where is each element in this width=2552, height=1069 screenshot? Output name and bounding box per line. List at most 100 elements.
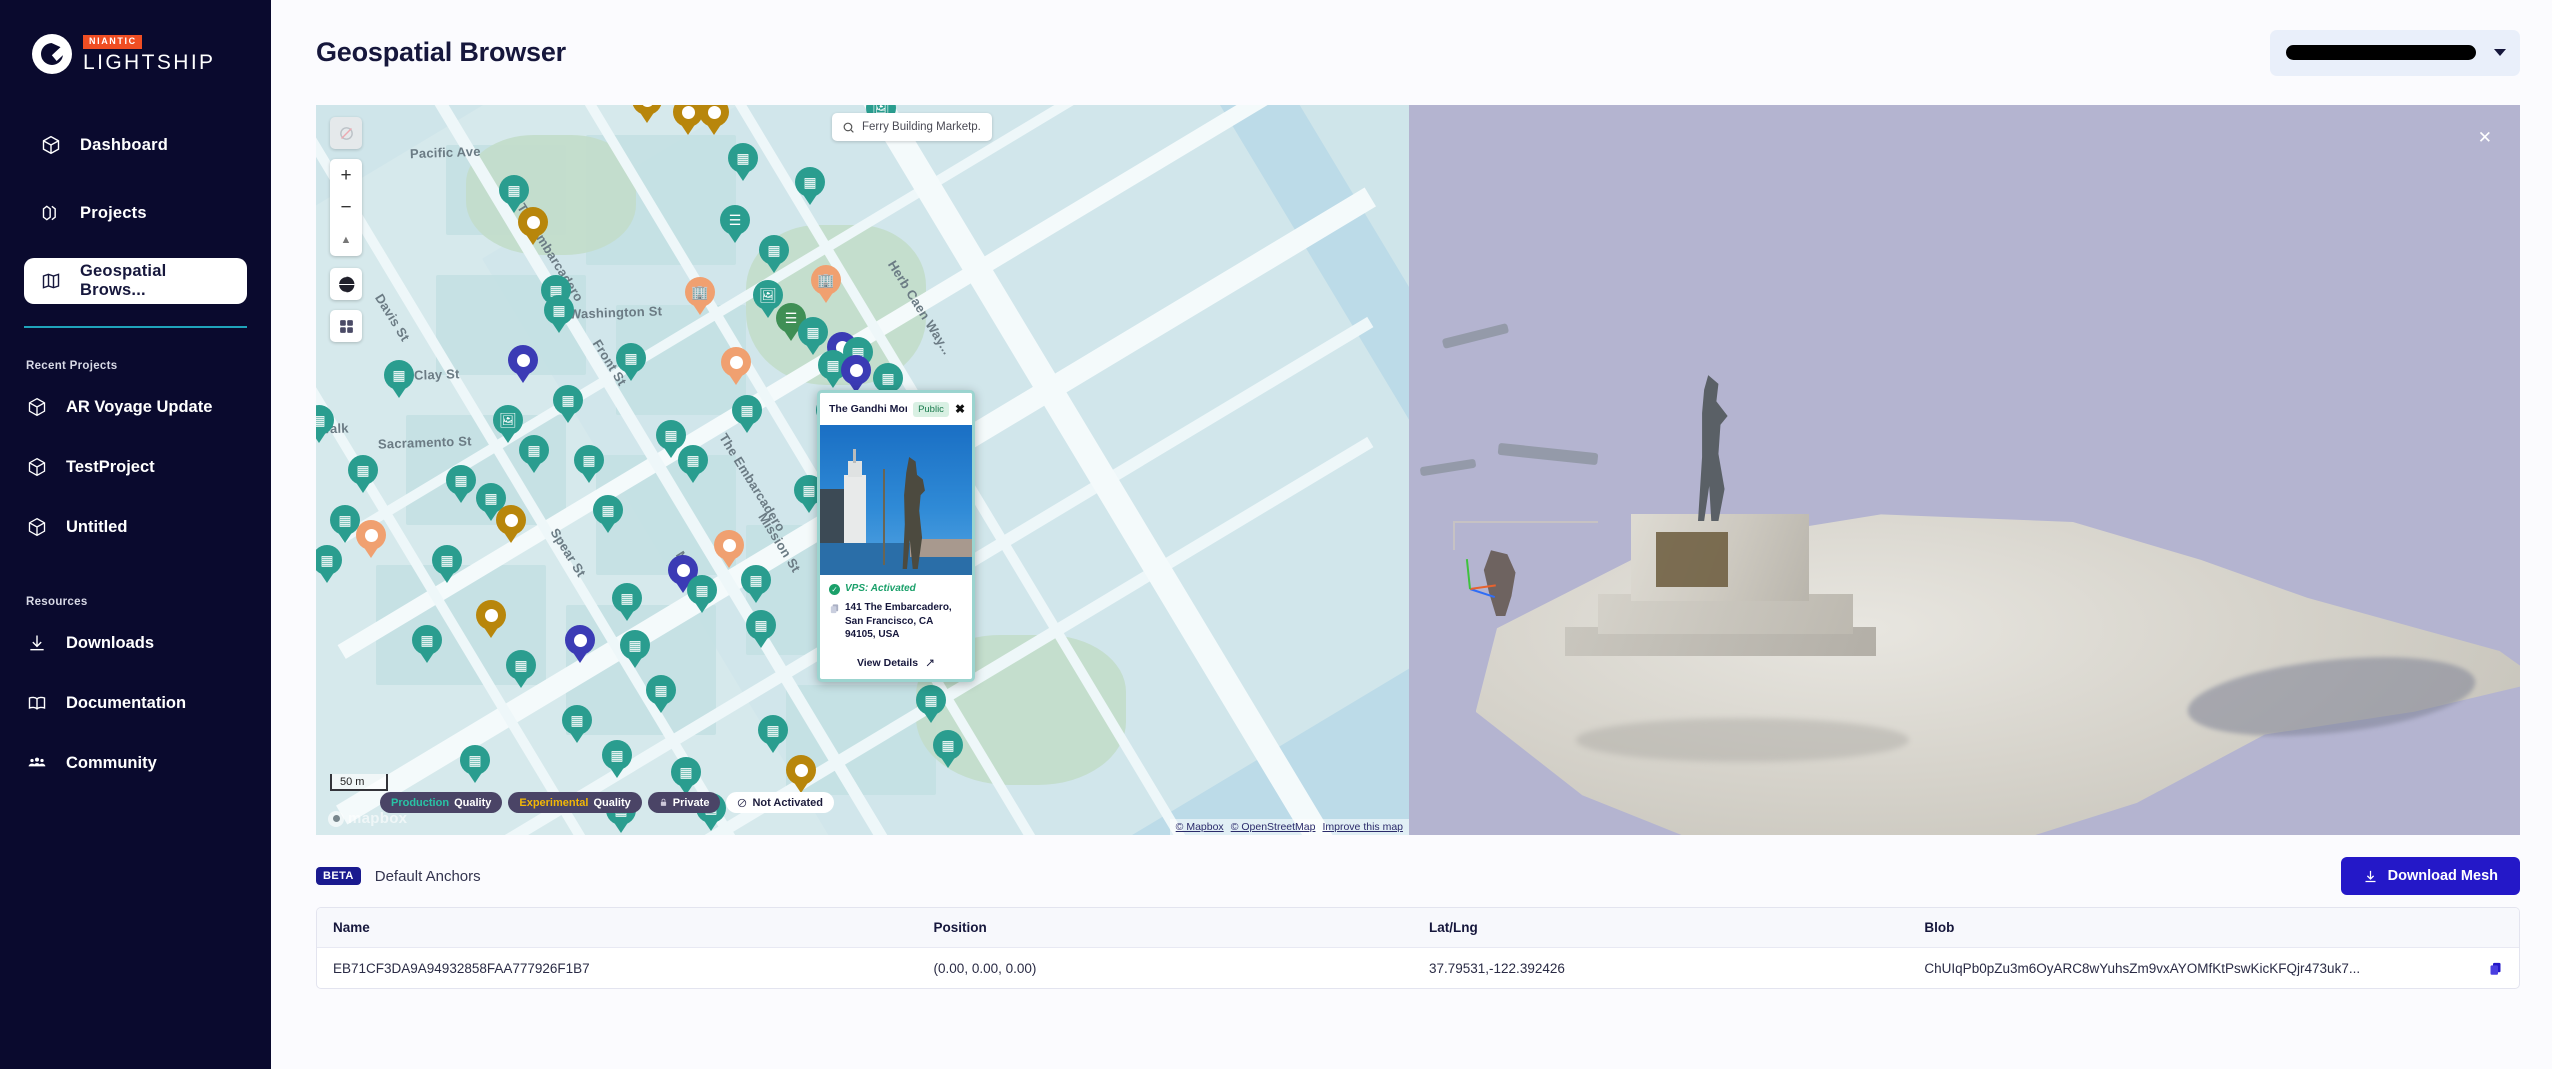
map-pin[interactable]: ▦: [798, 317, 828, 347]
project-selector[interactable]: [2270, 30, 2520, 76]
map-pin[interactable]: [699, 105, 729, 127]
map-pin[interactable]: 🏢: [685, 277, 715, 307]
mesh-fragment: [1442, 323, 1509, 349]
search-input[interactable]: [862, 121, 980, 133]
sidebar-item-ar-voyage-update[interactable]: AR Voyage Update: [24, 390, 247, 424]
tilt-button[interactable]: ▲: [330, 224, 362, 256]
map-pin[interactable]: [496, 505, 526, 535]
map-pin[interactable]: ▦: [574, 445, 604, 475]
table-row[interactable]: EB71CF3DA9A94932858FAA777926F1B7 (0.00, …: [317, 948, 2519, 988]
map-pin[interactable]: ▦: [678, 445, 708, 475]
map-pin[interactable]: ▦: [519, 435, 549, 465]
map-pin[interactable]: [565, 625, 595, 655]
sidebar-item-documentation[interactable]: Documentation: [24, 686, 247, 720]
map-pin[interactable]: [786, 755, 816, 785]
popup-view-details-button[interactable]: View Details: [820, 652, 972, 679]
grid-icon[interactable]: [330, 310, 362, 342]
sidebar-item-projects[interactable]: Projects: [24, 190, 247, 236]
niantic-kicker: NIANTIC: [83, 35, 142, 49]
map-pin[interactable]: ▦: [933, 730, 963, 760]
map-pin[interactable]: ▦: [616, 343, 646, 373]
map-popup-card[interactable]: The Gandhi Monument a... Public ✖: [817, 390, 975, 682]
map-pin[interactable]: ▦: [873, 363, 903, 393]
map-pin[interactable]: ▦: [916, 685, 946, 715]
map-pin[interactable]: ▦: [460, 745, 490, 775]
map-pin[interactable]: ▦: [741, 565, 771, 595]
map-pin[interactable]: ▦: [330, 505, 360, 535]
compass-disabled-icon[interactable]: [330, 117, 362, 149]
map-pin[interactable]: ▦: [499, 175, 529, 205]
globe-icon[interactable]: [330, 268, 362, 300]
sidebar-item-geospatial-browser[interactable]: Geospatial Brows...: [24, 258, 247, 304]
sidebar-item-label: Dashboard: [80, 136, 168, 155]
attribution-mapbox[interactable]: © Mapbox: [1176, 821, 1224, 833]
map-pin[interactable]: ▦: [646, 675, 676, 705]
map-pin[interactable]: ▦: [553, 385, 583, 415]
map-pin[interactable]: ▦: [746, 610, 776, 640]
map-pin[interactable]: ▦: [612, 583, 642, 613]
map-pin[interactable]: [356, 520, 386, 550]
map-pin[interactable]: ▦: [316, 405, 334, 435]
map-panel[interactable]: Pacific Ave The Embarcadero Herb Caen Wa…: [316, 105, 1409, 835]
legend-production-quality[interactable]: Production Quality: [380, 792, 502, 813]
sidebar-item-community[interactable]: Community: [24, 746, 247, 780]
anchors-header: BETA Default Anchors Download Mesh: [271, 835, 2552, 907]
close-icon[interactable]: ✕: [2478, 129, 2492, 146]
map-pin[interactable]: ▦: [795, 167, 825, 197]
sidebar-item-testproject[interactable]: TestProject: [24, 450, 247, 484]
attribution-osm[interactable]: © OpenStreetMap: [1231, 821, 1316, 833]
map-pin[interactable]: [721, 347, 751, 377]
sidebar-item-dashboard[interactable]: Dashboard: [24, 122, 247, 168]
copy-icon[interactable]: [2488, 961, 2503, 976]
map-pin[interactable]: ▦: [446, 465, 476, 495]
brand-logo[interactable]: NIANTIC LIGHTSHIP: [0, 26, 271, 74]
map-search-box[interactable]: [832, 113, 992, 141]
map-pin[interactable]: [476, 600, 506, 630]
map-pin[interactable]: ▦: [602, 740, 632, 770]
download-mesh-button[interactable]: Download Mesh: [2341, 857, 2520, 895]
lightship-logo-icon: [32, 34, 72, 74]
legend-rest: Quality: [593, 797, 630, 809]
legend-not-activated[interactable]: Not Activated: [726, 792, 834, 813]
map-pin[interactable]: ▦: [671, 757, 701, 787]
map-pin[interactable]: ▦: [687, 575, 717, 605]
map-pin[interactable]: ▦: [758, 715, 788, 745]
map-pin[interactable]: ▦: [620, 630, 650, 660]
primary-nav: Dashboard Projects Geospatial Brows...: [0, 122, 271, 304]
map-pin[interactable]: [632, 105, 662, 115]
mesh-viewer[interactable]: ✕: [1409, 105, 2520, 835]
map-pin[interactable]: ▦: [732, 395, 762, 425]
map-pin[interactable]: ▦: [544, 295, 574, 325]
legend-experimental-quality[interactable]: Experimental Quality: [508, 792, 641, 813]
map-pin[interactable]: ▦: [316, 545, 342, 575]
chevron-down-icon: [2494, 49, 2506, 56]
map-pin[interactable]: [714, 530, 744, 560]
zoom-in-button[interactable]: +: [330, 160, 362, 192]
map-pin[interactable]: ▦: [412, 625, 442, 655]
map-pin[interactable]: ▦: [384, 360, 414, 390]
map-pin[interactable]: 🏢: [811, 265, 841, 295]
attribution-improve-map[interactable]: Improve this map: [1322, 821, 1403, 833]
map-pin[interactable]: ☰: [720, 205, 750, 235]
sidebar-item-untitled[interactable]: Untitled: [24, 510, 247, 544]
book-icon: [26, 692, 48, 714]
map-pin[interactable]: [841, 355, 871, 385]
map-pin[interactable]: ▦: [593, 495, 623, 525]
map-pin[interactable]: ▦: [728, 143, 758, 173]
sidebar-item-downloads[interactable]: Downloads: [24, 626, 247, 660]
close-icon[interactable]: ✖: [955, 402, 965, 416]
map-pin[interactable]: ▦: [348, 455, 378, 485]
map-pin[interactable]: ▦: [432, 545, 462, 575]
map-pin[interactable]: ▦: [506, 650, 536, 680]
legend-rest: Quality: [454, 797, 491, 809]
map-pin[interactable]: ▦: [562, 705, 592, 735]
map-pin[interactable]: 🖼: [493, 405, 523, 435]
map-pin[interactable]: ▦: [759, 235, 789, 265]
map-pin[interactable]: [508, 345, 538, 375]
column-header-latlng: Lat/Lng: [1429, 920, 1924, 935]
map-pin[interactable]: [518, 207, 548, 237]
copy-icon[interactable]: [829, 603, 840, 614]
zoom-controls[interactable]: + − ▲: [330, 159, 362, 256]
legend-private[interactable]: Private: [648, 792, 721, 813]
zoom-out-button[interactable]: −: [330, 192, 362, 224]
